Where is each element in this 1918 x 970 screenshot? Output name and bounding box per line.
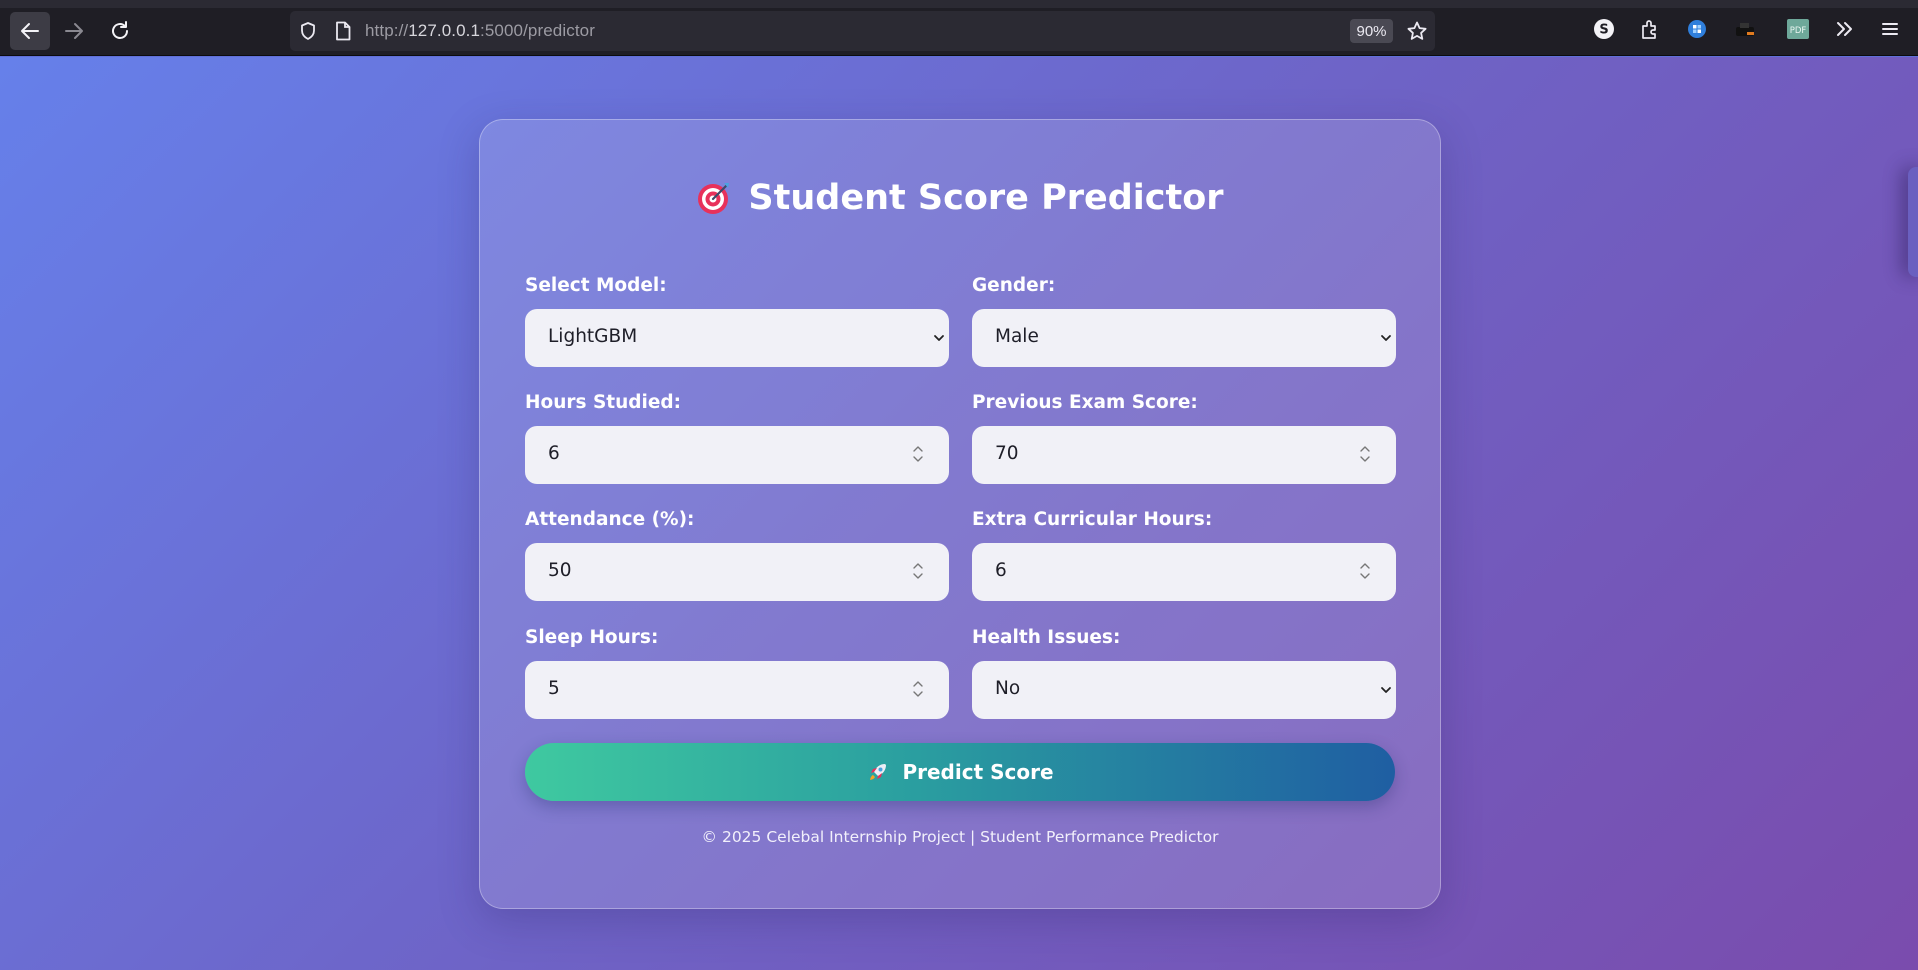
- hours-studied-input[interactable]: 6: [525, 426, 949, 484]
- hours-studied-value: 6: [548, 443, 560, 464]
- forward-arrow-icon: [65, 23, 83, 39]
- back-arrow-icon: [21, 23, 39, 39]
- reload-button[interactable]: [100, 12, 140, 50]
- address-bar[interactable]: http://127.0.0.1:5000/predictor 90%: [290, 11, 1435, 51]
- sleep-hours-label: Sleep Hours:: [525, 627, 659, 648]
- account-icon[interactable]: S: [1591, 16, 1617, 42]
- zoom-level-badge[interactable]: 90%: [1350, 19, 1393, 43]
- number-spinner-icon[interactable]: [911, 442, 925, 466]
- tab-strip: [0, 0, 1918, 8]
- previous-exam-score-value: 70: [995, 443, 1019, 464]
- overflow-chevrons-icon[interactable]: [1832, 16, 1858, 42]
- gender-label: Gender:: [972, 275, 1056, 296]
- page-title: Student Score Predictor: [480, 178, 1440, 218]
- extra-curricular-hours-input[interactable]: 6: [972, 543, 1396, 601]
- rocket-icon: [870, 764, 887, 780]
- attendance-label: Attendance (%):: [525, 509, 695, 530]
- extra-curricular-hours-label: Extra Curricular Hours:: [972, 509, 1213, 530]
- gender-select-value: Male: [995, 326, 1039, 347]
- model-select-value: LightGBM: [548, 326, 638, 347]
- browser-toolbar: http://127.0.0.1:5000/predictor 90% S PD…: [0, 0, 1918, 56]
- hamburger-menu-icon[interactable]: [1877, 16, 1903, 42]
- predict-button-label: Predict Score: [902, 760, 1054, 784]
- side-panel-handle[interactable]: [1908, 167, 1918, 277]
- model-select[interactable]: LightGBM: [525, 309, 949, 367]
- number-spinner-icon[interactable]: [911, 677, 925, 701]
- back-button[interactable]: [10, 12, 50, 50]
- chevron-down-icon: [1381, 687, 1391, 693]
- page-icon: [336, 21, 351, 41]
- shield-icon: [301, 22, 315, 40]
- svg-text:PDF: PDF: [1790, 26, 1807, 36]
- svg-text:S: S: [1599, 23, 1608, 38]
- previous-exam-score-input[interactable]: 70: [972, 426, 1396, 484]
- number-spinner-icon[interactable]: [1358, 442, 1372, 466]
- predict-score-button[interactable]: Predict Score: [525, 743, 1395, 801]
- forward-button[interactable]: [54, 12, 94, 50]
- attendance-value: 50: [548, 560, 572, 581]
- number-spinner-icon[interactable]: [911, 559, 925, 583]
- attendance-input[interactable]: 50: [525, 543, 949, 601]
- sleep-hours-input[interactable]: 5: [525, 661, 949, 719]
- health-issues-select[interactable]: No: [972, 661, 1396, 719]
- chevron-down-icon: [1381, 335, 1391, 341]
- target-icon: [698, 183, 730, 214]
- bookmark-star-icon[interactable]: [1406, 20, 1428, 42]
- sleep-hours-value: 5: [548, 678, 560, 699]
- previous-exam-score-label: Previous Exam Score:: [972, 392, 1198, 413]
- page-background: Student Score Predictor Select Model: Li…: [0, 57, 1918, 970]
- url-text: http://127.0.0.1:5000/predictor: [365, 21, 595, 40]
- health-issues-label: Health Issues:: [972, 627, 1121, 648]
- reload-icon: [112, 21, 128, 39]
- model-label: Select Model:: [525, 275, 667, 296]
- extension-dark-icon[interactable]: [1733, 16, 1759, 42]
- extension-blue-icon[interactable]: [1684, 16, 1710, 42]
- gender-select[interactable]: Male: [972, 309, 1396, 367]
- hours-studied-label: Hours Studied:: [525, 392, 682, 413]
- number-spinner-icon[interactable]: [1358, 559, 1372, 583]
- extensions-icon[interactable]: [1637, 16, 1663, 42]
- health-issues-select-value: No: [995, 678, 1021, 699]
- title-text: Student Score Predictor: [748, 178, 1224, 218]
- predictor-card: Student Score Predictor Select Model: Li…: [479, 119, 1441, 909]
- footer-text: © 2025 Celebal Internship Project | Stud…: [701, 828, 1219, 846]
- pdf-extension-icon[interactable]: PDF: [1785, 16, 1811, 42]
- extra-curricular-hours-value: 6: [995, 560, 1007, 581]
- chevron-down-icon: [934, 335, 944, 341]
